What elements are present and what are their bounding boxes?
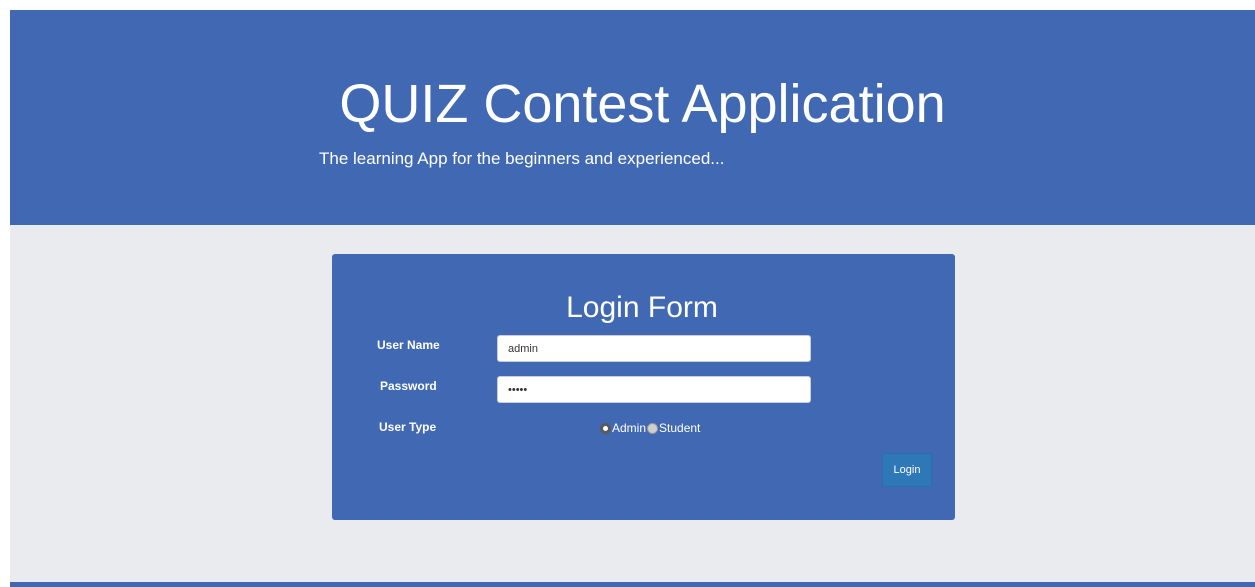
header-banner: QUIZ Contest Application The learning Ap… — [10, 10, 1255, 225]
login-button[interactable]: Login — [882, 453, 932, 487]
username-label: User Name — [377, 338, 440, 352]
login-form: Login Form User Name Password User Type … — [332, 254, 955, 520]
user-type-radio-group: Admin Student — [600, 420, 700, 436]
radio-admin-label[interactable]: Admin — [612, 421, 646, 435]
user-type-label: User Type — [379, 420, 437, 434]
password-label: Password — [380, 379, 437, 393]
app-title: QUIZ Contest Application — [339, 74, 946, 134]
radio-student-icon[interactable] — [647, 422, 659, 434]
radio-option-student[interactable]: Student — [647, 421, 700, 435]
radio-option-admin[interactable]: Admin — [600, 421, 646, 435]
radio-admin-icon[interactable] — [600, 422, 611, 434]
login-form-title: Login Form — [566, 291, 718, 324]
app-subtitle: The learning App for the beginners and e… — [319, 149, 725, 168]
radio-student-label[interactable]: Student — [659, 421, 700, 435]
username-input[interactable] — [497, 335, 811, 362]
password-input[interactable] — [497, 376, 811, 403]
footer-bar — [10, 582, 1255, 587]
page: QUIZ Contest Application The learning Ap… — [0, 0, 1255, 587]
